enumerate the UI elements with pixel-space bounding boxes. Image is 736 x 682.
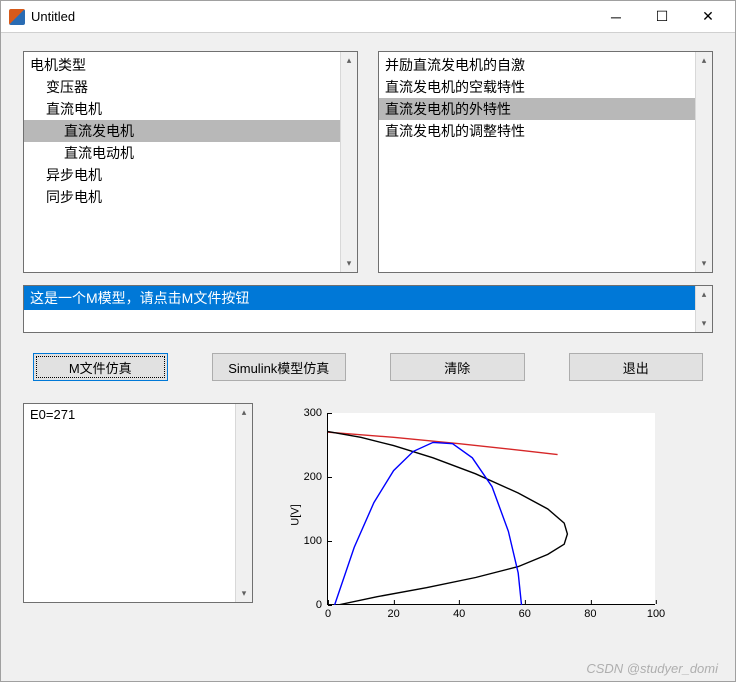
scroll-up-icon[interactable]: ▴ <box>696 52 712 69</box>
series-black <box>328 432 567 605</box>
x-tick: 0 <box>325 604 331 620</box>
axes: 0100200300020406080100 <box>327 413 655 605</box>
y-tick: 300 <box>298 407 328 419</box>
result-listbox[interactable]: E0=271 ▴ ▾ <box>23 403 253 603</box>
tree-listbox[interactable]: 电机类型变压器直流电机直流发电机直流电动机异步电机同步电机 ▴ ▾ <box>23 51 358 273</box>
options-scrollbar[interactable]: ▴ ▾ <box>695 52 712 272</box>
scroll-up-icon[interactable]: ▴ <box>696 286 712 303</box>
scroll-up-icon[interactable]: ▴ <box>236 404 252 421</box>
series-blue <box>335 442 522 605</box>
top-row: 电机类型变压器直流电机直流发电机直流电动机异步电机同步电机 ▴ ▾ 并励直流发电… <box>23 51 713 273</box>
tree-item[interactable]: 异步电机 <box>24 164 340 186</box>
matlab-icon <box>9 9 25 25</box>
scroll-track[interactable] <box>696 303 712 315</box>
tree-item[interactable]: 直流电动机 <box>24 142 340 164</box>
scroll-down-icon[interactable]: ▾ <box>696 255 712 272</box>
content-area: 电机类型变压器直流电机直流发电机直流电动机异步电机同步电机 ▴ ▾ 并励直流发电… <box>1 33 735 681</box>
tree-item[interactable]: 直流电机 <box>24 98 340 120</box>
scroll-down-icon[interactable]: ▾ <box>341 255 357 272</box>
result-text: E0=271 <box>24 404 235 602</box>
y-tick: 0 <box>298 599 328 611</box>
option-item[interactable]: 直流发电机的调整特性 <box>379 120 695 142</box>
tree-item[interactable]: 直流发电机 <box>24 120 340 142</box>
scroll-down-icon[interactable]: ▾ <box>696 315 712 332</box>
mfile-button[interactable]: M文件仿真 <box>33 353 168 381</box>
window-controls: ─ ☐ ✕ <box>593 2 731 32</box>
x-tick: 100 <box>647 604 665 620</box>
info-scrollbar[interactable]: ▴ ▾ <box>695 286 712 332</box>
option-item[interactable]: 直流发电机的空载特性 <box>379 76 695 98</box>
info-text[interactable]: 这是一个M模型，请点击M文件按钮 <box>24 286 695 310</box>
y-axis-label: U[V] <box>290 504 302 525</box>
close-button[interactable]: ✕ <box>685 2 731 32</box>
titlebar: Untitled ─ ☐ ✕ <box>1 1 735 33</box>
exit-button[interactable]: 退出 <box>569 353 704 381</box>
x-tick: 60 <box>519 604 531 620</box>
bottom-row: E0=271 ▴ ▾ U[V] 0100200300020406080100 <box>23 397 713 671</box>
tree-item[interactable]: 电机类型 <box>24 54 340 76</box>
x-tick: 80 <box>584 604 596 620</box>
y-tick: 200 <box>298 471 328 483</box>
clear-button[interactable]: 清除 <box>390 353 525 381</box>
chart-curves <box>328 413 656 605</box>
maximize-button[interactable]: ☐ <box>639 2 685 32</box>
x-tick: 40 <box>453 604 465 620</box>
scroll-up-icon[interactable]: ▴ <box>341 52 357 69</box>
x-tick: 20 <box>387 604 399 620</box>
window-title: Untitled <box>31 9 593 24</box>
scroll-track[interactable] <box>341 69 357 255</box>
y-tick: 100 <box>298 535 328 547</box>
scroll-track[interactable] <box>236 421 252 585</box>
scroll-track[interactable] <box>696 69 712 255</box>
info-listbox[interactable]: 这是一个M模型，请点击M文件按钮 ▴ ▾ <box>23 285 713 333</box>
chart-area: U[V] 0100200300020406080100 <box>283 403 713 627</box>
minimize-button[interactable]: ─ <box>593 2 639 32</box>
button-row: M文件仿真 Simulink模型仿真 清除 退出 <box>23 345 713 385</box>
option-item[interactable]: 直流发电机的外特性 <box>379 98 695 120</box>
tree-item[interactable]: 同步电机 <box>24 186 340 208</box>
simulink-button[interactable]: Simulink模型仿真 <box>212 353 347 381</box>
tree-scrollbar[interactable]: ▴ ▾ <box>340 52 357 272</box>
options-listbox[interactable]: 并励直流发电机的自激直流发电机的空载特性直流发电机的外特性直流发电机的调整特性 … <box>378 51 713 273</box>
scroll-down-icon[interactable]: ▾ <box>236 585 252 602</box>
app-window: Untitled ─ ☐ ✕ 电机类型变压器直流电机直流发电机直流电动机异步电机… <box>0 0 736 682</box>
result-scrollbar[interactable]: ▴ ▾ <box>235 404 252 602</box>
series-red <box>328 432 558 454</box>
option-item[interactable]: 并励直流发电机的自激 <box>379 54 695 76</box>
tree-item[interactable]: 变压器 <box>24 76 340 98</box>
